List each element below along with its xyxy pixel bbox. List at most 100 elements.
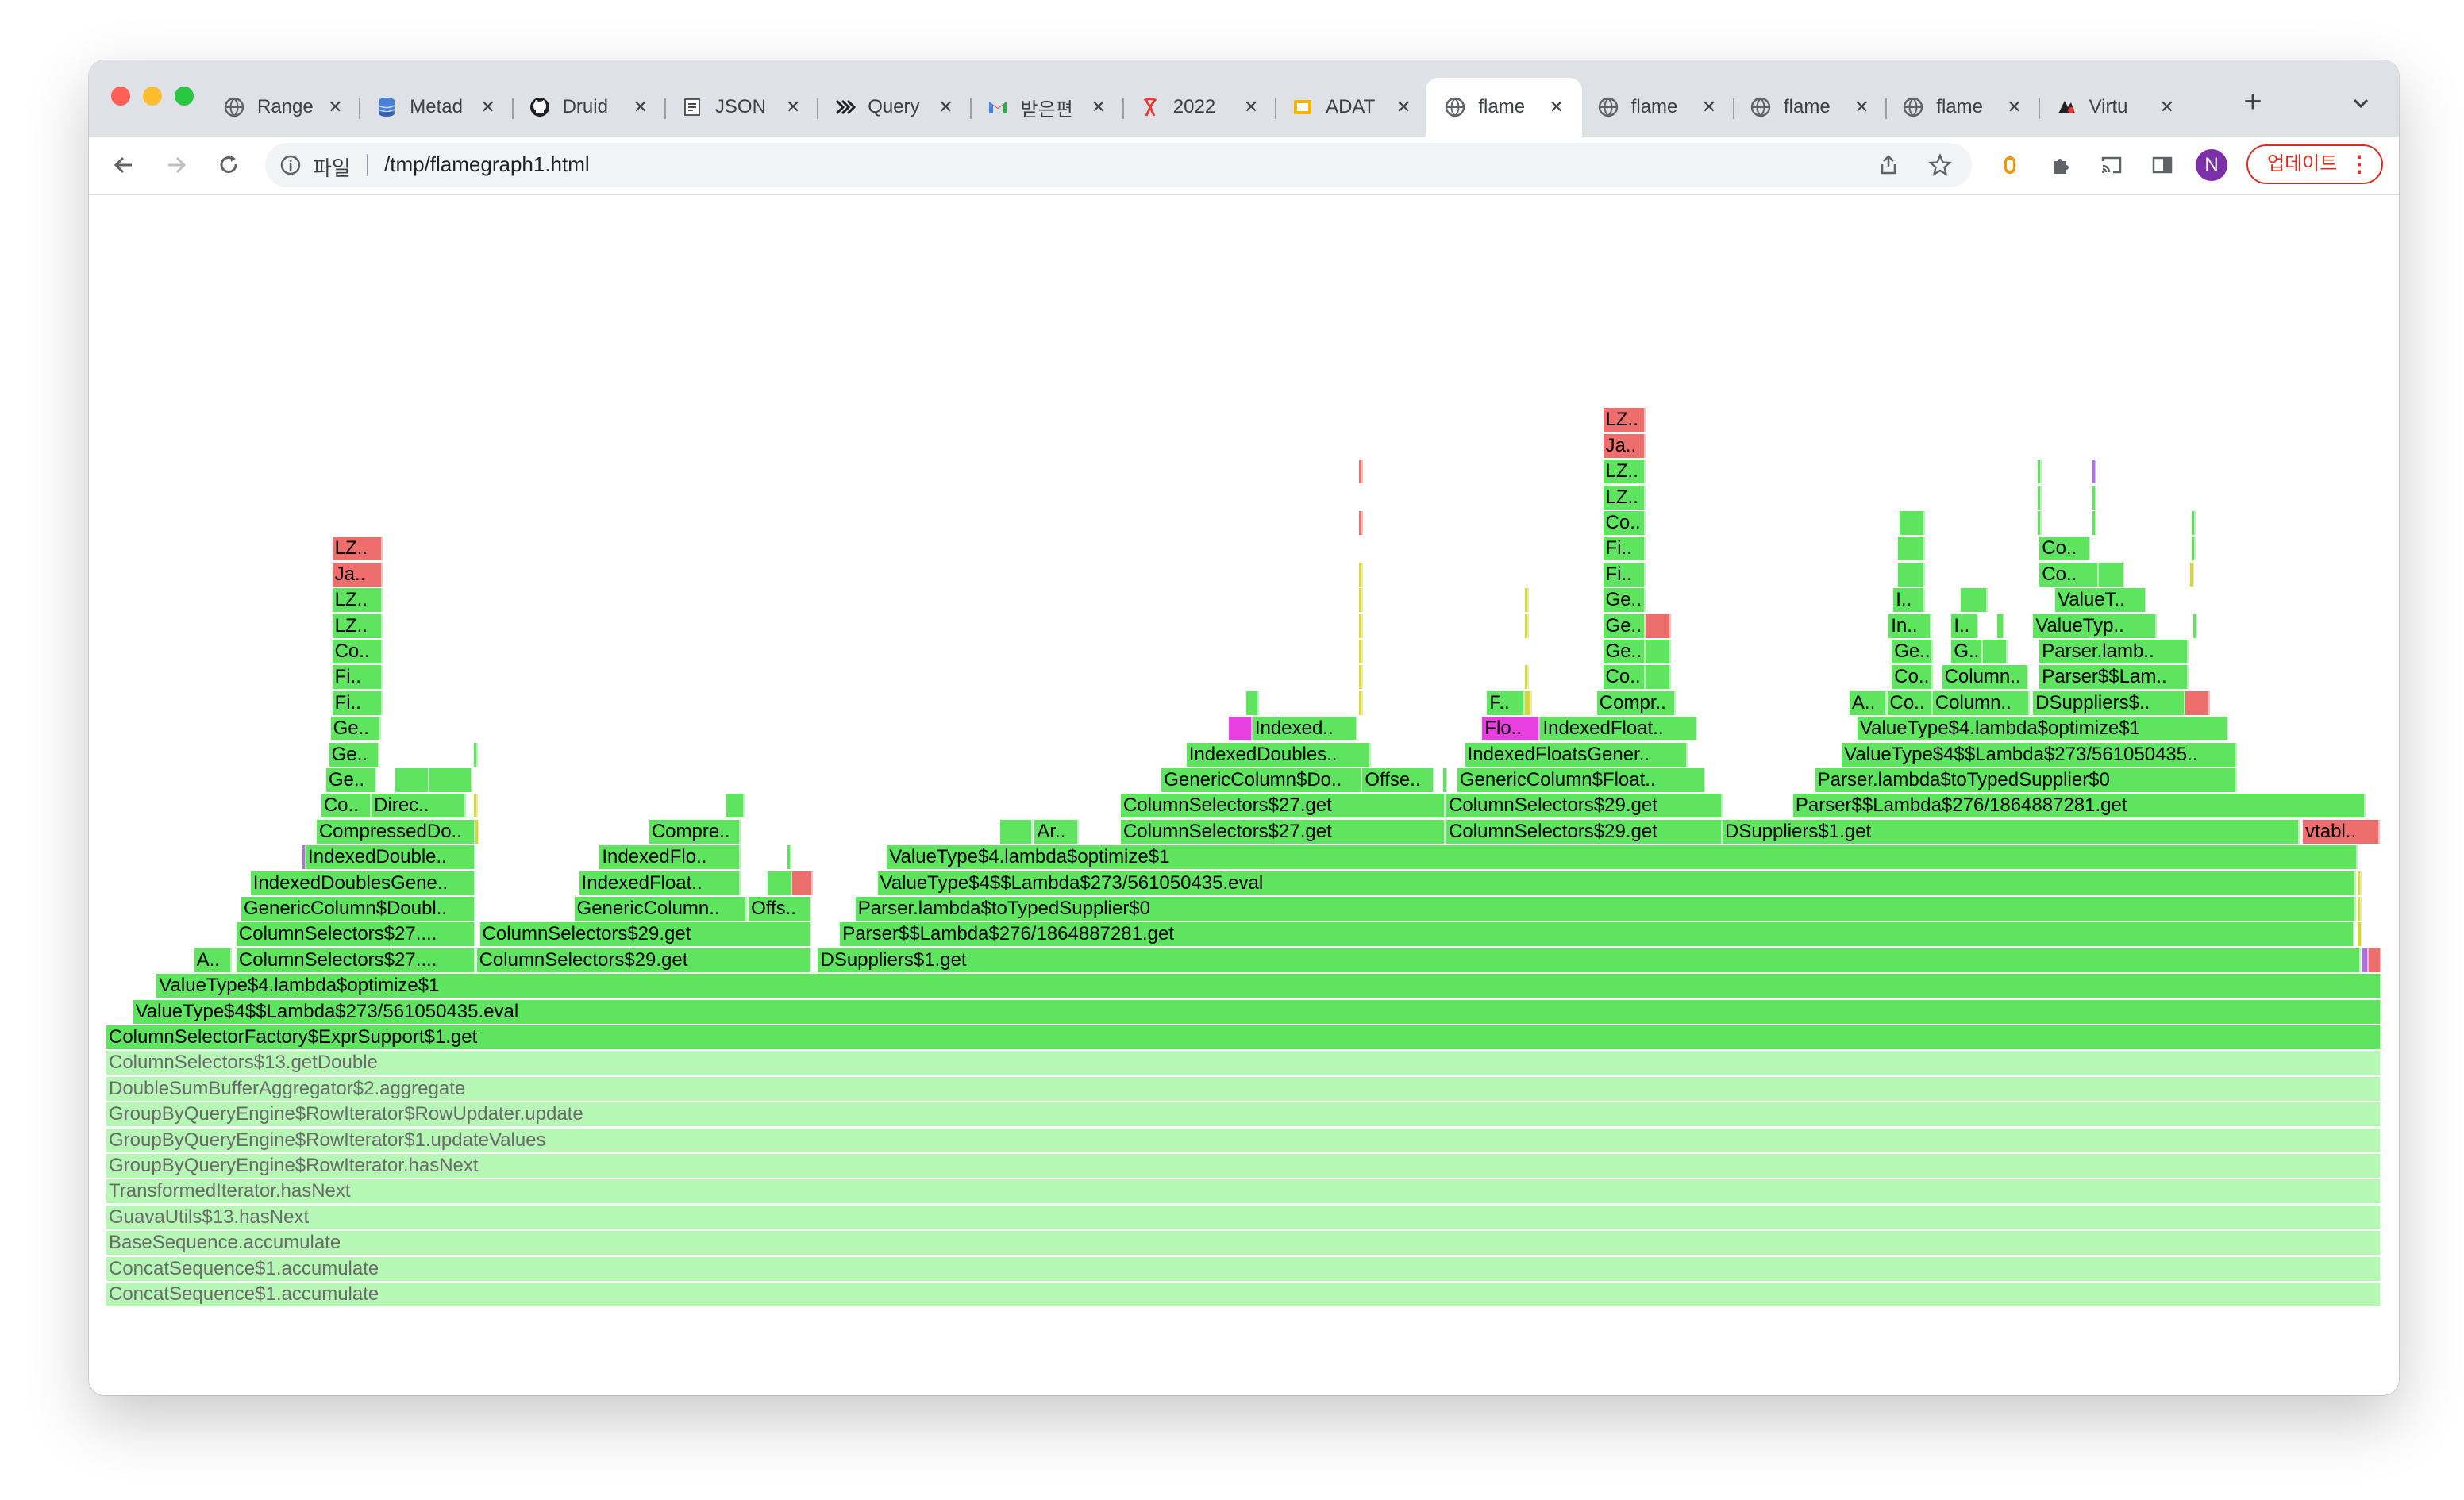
flame-frame[interactable]: ColumnSelectors$29.get xyxy=(1446,819,1723,844)
flame-frame[interactable] xyxy=(2092,485,2097,510)
flame-frame[interactable]: Flo.. xyxy=(1482,717,1541,741)
flame-frame[interactable]: Ge.. xyxy=(330,717,381,741)
close-tab-icon[interactable]: ✕ xyxy=(1698,96,1720,118)
tab-10[interactable]: flame ✕ xyxy=(1579,78,1734,137)
tab-1[interactable]: Range ✕ xyxy=(205,78,360,137)
flame-frame[interactable] xyxy=(792,871,814,895)
flame-frame[interactable]: Parser$$Lambda$276/1864887281.get xyxy=(1792,794,2366,818)
flame-frame[interactable] xyxy=(1524,690,1533,715)
flame-frame[interactable] xyxy=(1646,640,1671,663)
close-tab-icon[interactable]: ✕ xyxy=(934,96,957,118)
share-icon[interactable] xyxy=(1877,153,1900,177)
flame-frame[interactable]: Co.. xyxy=(2039,537,2090,561)
close-tab-icon[interactable]: ✕ xyxy=(782,96,804,118)
close-tab-icon[interactable]: ✕ xyxy=(1088,96,1110,118)
flame-frame[interactable] xyxy=(473,742,478,767)
flame-frame[interactable]: Ge.. xyxy=(1892,640,1933,663)
info-icon[interactable] xyxy=(279,154,302,176)
flame-frame[interactable]: Ge.. xyxy=(1603,613,1646,638)
close-tab-icon[interactable]: ✕ xyxy=(2004,96,2026,118)
flame-frame[interactable]: Co.. xyxy=(332,640,383,663)
bookmark-star-icon[interactable] xyxy=(1927,152,1953,178)
flame-frame[interactable] xyxy=(1982,640,2008,663)
flame-frame[interactable] xyxy=(1898,537,1925,561)
flame-frame[interactable] xyxy=(1524,665,1529,690)
close-tab-icon[interactable]: ✕ xyxy=(1546,96,1568,118)
flame-frame[interactable]: DSuppliers$1.get xyxy=(1723,819,2300,844)
flame-frame[interactable] xyxy=(767,871,793,895)
flame-frame[interactable] xyxy=(2038,460,2042,484)
flame-frame[interactable]: LZ.. xyxy=(332,613,383,638)
flame-frame[interactable] xyxy=(2189,562,2194,587)
profile-avatar[interactable]: N xyxy=(2196,149,2227,181)
flame-frame[interactable]: Fi.. xyxy=(1603,537,1646,561)
flame-frame[interactable]: ValueType$4.lambda$optimize$1 xyxy=(156,974,2381,998)
flame-frame[interactable]: LZ.. xyxy=(332,588,383,613)
flame-frame[interactable]: I.. xyxy=(1951,613,1978,638)
flame-frame[interactable]: LZ.. xyxy=(332,537,383,561)
flame-frame[interactable]: G.. xyxy=(1951,640,1983,663)
close-tab-icon[interactable]: ✕ xyxy=(1392,96,1415,118)
flame-frame[interactable]: ValueType$4.lambda$optimize$1 xyxy=(1857,717,2228,741)
flame-frame[interactable]: LZ.. xyxy=(1603,460,1646,484)
flame-frame[interactable] xyxy=(1245,690,1259,715)
flame-frame[interactable]: IndexedDouble.. xyxy=(306,845,475,870)
flame-frame[interactable]: Ge.. xyxy=(325,768,377,792)
flame-frame[interactable]: Offs.. xyxy=(749,897,812,921)
flame-frame[interactable] xyxy=(1359,690,1364,715)
flame-frame[interactable] xyxy=(1359,665,1364,690)
flame-frame[interactable]: ColumnSelectors$27.get xyxy=(1120,794,1446,818)
flame-frame[interactable]: Column.. xyxy=(1932,690,2031,715)
flame-frame[interactable]: ValueT.. xyxy=(2055,588,2146,613)
flame-frame[interactable] xyxy=(2191,537,2196,561)
flame-frame[interactable] xyxy=(429,768,472,792)
flame-frame[interactable]: DSuppliers$1.get xyxy=(818,948,2362,972)
flame-frame[interactable] xyxy=(1524,588,1529,613)
back-button[interactable] xyxy=(105,146,143,184)
update-button[interactable]: 업데이트 ⋮ xyxy=(2246,144,2383,184)
flame-frame[interactable]: ColumnSelectors$29.get xyxy=(476,948,811,972)
flame-frame[interactable] xyxy=(2038,511,2042,535)
flame-frame[interactable]: Parser$$Lam.. xyxy=(2039,665,2189,690)
close-tab-icon[interactable]: ✕ xyxy=(324,96,346,118)
flame-frame[interactable] xyxy=(2368,948,2381,972)
flame-frame[interactable] xyxy=(1359,460,1364,484)
flame-frame[interactable] xyxy=(2038,485,2042,510)
forward-button[interactable] xyxy=(157,146,195,184)
flame-frame[interactable]: ValueType$4$$Lambda$273/561050435.. xyxy=(1842,742,2238,767)
flame-frame[interactable]: GenericColumn$Float.. xyxy=(1457,768,1706,792)
tab-12[interactable]: flame ✕ xyxy=(1884,78,2039,137)
flame-frame[interactable] xyxy=(726,794,745,818)
flame-frame-faded[interactable]: BaseSequence.accumulate xyxy=(106,1231,2381,1256)
flame-frame-faded[interactable]: DoubleSumBufferAggregator$2.aggregate xyxy=(106,1076,2381,1101)
tab-2[interactable]: Metad ✕ xyxy=(357,78,513,137)
flame-frame[interactable]: ValueType$4.lambda$optimize$1 xyxy=(887,845,2358,870)
flame-frame[interactable] xyxy=(2185,690,2211,715)
flame-frame[interactable]: IndexedDoublesGene.. xyxy=(250,871,475,895)
flame-frame[interactable]: Parser.lamb.. xyxy=(2039,640,2189,663)
flame-frame[interactable]: Ge.. xyxy=(1603,640,1646,663)
flame-frame-faded[interactable]: ColumnSelectors$13.getDouble xyxy=(106,1051,2381,1075)
flame-frame[interactable]: Ja.. xyxy=(332,562,383,587)
side-panel-icon[interactable] xyxy=(2143,146,2181,184)
flame-frame[interactable] xyxy=(1359,511,1364,535)
flame-frame[interactable] xyxy=(2092,511,2097,535)
flame-frame[interactable] xyxy=(1359,613,1364,638)
flame-frame[interactable]: GenericColumn$Doubl.. xyxy=(241,897,475,921)
flame-frame[interactable] xyxy=(473,794,478,818)
flame-frame[interactable]: Co.. xyxy=(1603,665,1646,690)
flame-frame[interactable] xyxy=(787,845,792,870)
flame-frame[interactable]: ValueTyp.. xyxy=(2033,613,2158,638)
flame-frame[interactable]: Compre.. xyxy=(649,819,741,844)
flame-frame[interactable] xyxy=(1646,613,1671,638)
flame-frame[interactable]: I.. xyxy=(1893,588,1925,613)
flame-frame[interactable]: ColumnSelectors$29.get xyxy=(1446,794,1723,818)
flame-frame[interactable]: Ge.. xyxy=(1603,588,1646,613)
flame-frame[interactable]: IndexedFlo.. xyxy=(599,845,741,870)
flame-frame[interactable]: IndexedFloat.. xyxy=(1540,717,1698,741)
flame-frame[interactable]: LZ.. xyxy=(1603,408,1646,433)
close-tab-icon[interactable]: ✕ xyxy=(1850,96,1873,118)
flame-frame[interactable]: Ge.. xyxy=(329,742,379,767)
flame-frame[interactable]: Column.. xyxy=(1942,665,2029,690)
flame-frame[interactable] xyxy=(2358,871,2362,895)
